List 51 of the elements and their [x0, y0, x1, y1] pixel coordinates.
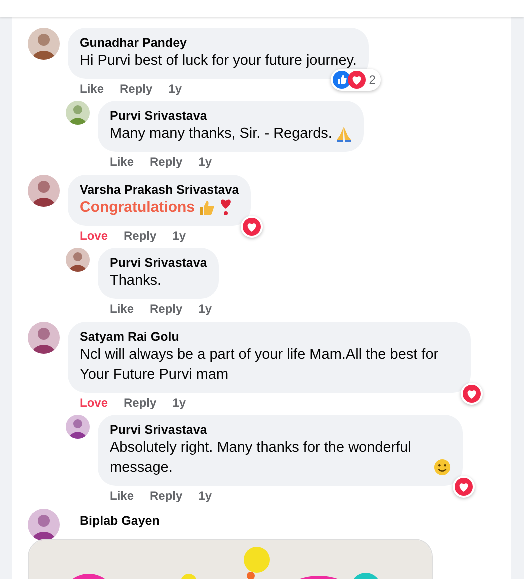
reaction-summary[interactable]: 2 [331, 69, 381, 91]
comment-text: Ncl will always be a part of your life Mam.All the best for Your Future Purvi mam [80, 346, 440, 385]
reaction-summary[interactable] [241, 216, 264, 238]
avatar[interactable] [66, 415, 90, 439]
avatar[interactable] [28, 509, 60, 541]
avatar[interactable] [66, 101, 90, 125]
avatar[interactable] [28, 322, 60, 354]
praying-hands-icon [336, 126, 352, 142]
timestamp-link[interactable]: 1y [198, 154, 212, 170]
thumbs-up-icon [199, 200, 215, 216]
reply-link[interactable]: Reply [124, 395, 157, 411]
avatar[interactable] [28, 175, 60, 207]
reaction-summary[interactable] [453, 476, 475, 498]
heart-exclamation-icon [219, 198, 233, 216]
comment-text: Absolutely right. Many thanks for the wonderful message. [110, 439, 412, 478]
react-link[interactable]: Like [110, 301, 134, 317]
smiley-icon [434, 459, 451, 476]
react-link[interactable]: Like [80, 81, 104, 97]
avatar[interactable] [66, 248, 90, 272]
comment-text: Thanks. [110, 272, 162, 291]
timestamp-link[interactable]: 1y [198, 488, 212, 504]
react-link[interactable]: Like [110, 154, 134, 170]
timestamp-link[interactable]: 1y [168, 81, 182, 97]
timestamp-link[interactable]: 1y [172, 395, 186, 411]
reply-link[interactable]: Reply [150, 488, 183, 504]
comment-text: Congratulations [80, 198, 195, 218]
heart-reaction-icon [348, 71, 366, 89]
comment-text: Hi Purvi best of luck for your future journey. [80, 52, 357, 71]
author-name[interactable]: Satyam Rai Golu [80, 329, 459, 345]
author-name[interactable]: Purvi Srivastava [110, 108, 352, 124]
heart-reaction-icon [455, 478, 473, 496]
reply-link[interactable]: Reply [150, 154, 183, 170]
comment-text: Many many thanks, Sir. - Regards. [110, 125, 332, 144]
timestamp-link[interactable]: 1y [172, 228, 186, 244]
reaction-summary[interactable] [461, 383, 483, 405]
heart-reaction-icon [463, 385, 481, 403]
author-name[interactable]: Biplab Gayen [68, 509, 433, 529]
avatar[interactable] [28, 28, 60, 60]
timestamp-link[interactable]: 1y [198, 301, 212, 317]
reply-link[interactable]: Reply [124, 228, 157, 244]
author-name[interactable]: Purvi Srivastava [110, 422, 451, 438]
author-name[interactable]: Purvi Srivastava [110, 255, 208, 271]
react-link[interactable]: Love [80, 395, 108, 411]
author-name[interactable]: Varsha Prakash Srivastava [80, 182, 240, 198]
react-link[interactable]: Like [110, 488, 134, 504]
react-link[interactable]: Love [80, 228, 108, 244]
heart-reaction-icon [243, 218, 262, 236]
author-name[interactable]: Gunadhar Pandey [80, 35, 357, 51]
reaction-count: 2 [368, 73, 377, 87]
reply-link[interactable]: Reply [150, 301, 183, 317]
reply-link[interactable]: Reply [120, 81, 153, 97]
